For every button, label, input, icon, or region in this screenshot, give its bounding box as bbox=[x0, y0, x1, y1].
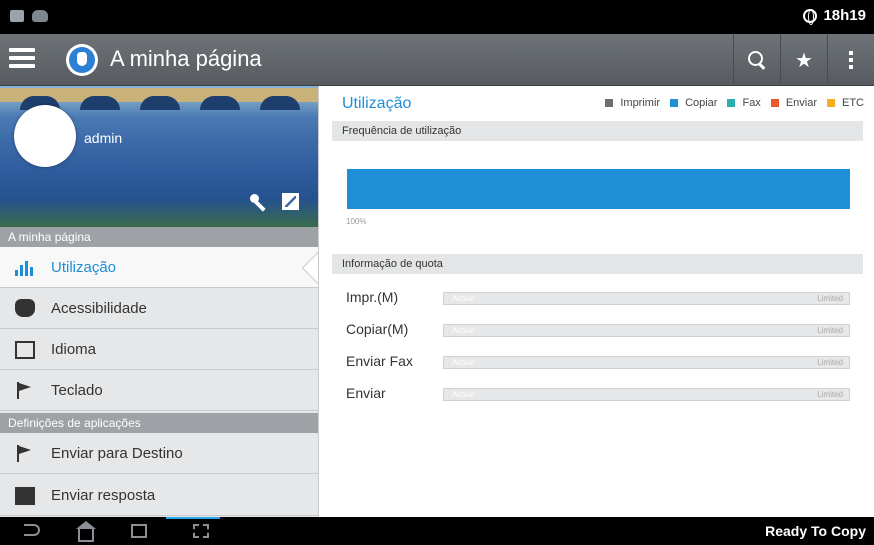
home-icon[interactable] bbox=[76, 521, 96, 542]
quota-actual-label: Actual bbox=[452, 294, 475, 303]
sidebar: admin A minha página Utilização Acessibi… bbox=[0, 86, 318, 517]
quota-row: Impr.(M) Actual Limited bbox=[346, 289, 851, 307]
legend-swatch bbox=[727, 99, 736, 107]
sidebar-item-acessibilidade[interactable]: Acessibilidade bbox=[0, 288, 318, 329]
sidebar-item-utilizacao[interactable]: Utilização bbox=[0, 247, 318, 288]
quota-actual-label: Actual bbox=[452, 326, 475, 335]
quota-actual-label: Actual bbox=[452, 390, 475, 399]
sidebar-item-idioma[interactable]: Idioma bbox=[0, 329, 318, 370]
page-title: A minha página bbox=[110, 46, 262, 71]
sidebar-item-label: Enviar para Destino bbox=[51, 444, 183, 462]
quota-limit-label: Limited bbox=[817, 326, 843, 335]
quota-limit-label: Limited bbox=[817, 294, 843, 303]
quota-limit-label: Limited bbox=[817, 358, 843, 367]
quota-actual-label: Actual bbox=[452, 358, 475, 367]
quota-header: Informação de quota bbox=[332, 254, 863, 274]
usage-percent-label: 100% bbox=[346, 217, 367, 226]
wrench-icon[interactable] bbox=[250, 194, 268, 212]
document-icon bbox=[15, 487, 35, 505]
quota-bar: Actual Limited bbox=[443, 324, 850, 337]
section-header-my-page: A minha página bbox=[0, 227, 318, 247]
chart-legend: Imprimir Copiar Fax Enviar ETC bbox=[605, 97, 864, 109]
profile-avatar[interactable] bbox=[14, 105, 76, 167]
legend-swatch bbox=[827, 99, 835, 107]
device-status: Ready To Copy bbox=[765, 523, 866, 539]
legend-item-imprimir: Imprimir bbox=[605, 97, 660, 109]
legend-swatch bbox=[670, 99, 679, 107]
selection-pointer bbox=[300, 249, 319, 287]
globe-icon bbox=[803, 8, 818, 25]
screenshot-icon[interactable] bbox=[193, 524, 209, 538]
action-bar: A minha página ★ bbox=[0, 34, 874, 86]
sidebar-item-teclado[interactable]: Teclado bbox=[0, 370, 318, 411]
menu-icon[interactable] bbox=[9, 48, 35, 72]
quota-label: Enviar bbox=[346, 385, 386, 401]
user-avatar-icon bbox=[66, 44, 98, 76]
usage-bar-copiar bbox=[347, 169, 850, 209]
back-icon[interactable] bbox=[24, 524, 40, 536]
android-notification-icon bbox=[32, 10, 48, 22]
main-content: Utilização Imprimir Copiar Fax Enviar ET… bbox=[318, 86, 874, 517]
sidebar-item-enviar-para-destino[interactable]: Enviar para Destino bbox=[0, 433, 318, 474]
frequency-header: Frequência de utilização bbox=[332, 121, 863, 141]
bar-chart-icon bbox=[15, 258, 35, 276]
sidebar-item-enviar-resposta[interactable]: Enviar resposta bbox=[0, 475, 318, 516]
legend-item-enviar: Enviar bbox=[770, 97, 817, 109]
favorite-button[interactable]: ★ bbox=[780, 34, 827, 86]
sidebar-item-label: Enviar resposta bbox=[51, 486, 156, 504]
sidebar-item-label: Idioma bbox=[51, 340, 97, 358]
profile-banner: admin bbox=[0, 86, 318, 227]
quota-label: Impr.(M) bbox=[346, 289, 399, 305]
legend-item-etc: ETC bbox=[827, 97, 864, 109]
legend-swatch bbox=[770, 99, 779, 107]
quota-label: Enviar Fax bbox=[346, 353, 413, 369]
quota-bar: Actual Limited bbox=[443, 292, 850, 305]
profile-username: admin bbox=[84, 130, 123, 146]
quota-row: Enviar Fax Actual Limited bbox=[346, 353, 851, 371]
sidebar-item-label: Teclado bbox=[51, 381, 103, 399]
monitor-icon bbox=[15, 341, 35, 359]
edit-image-icon[interactable] bbox=[282, 193, 299, 210]
section-header-app-settings: Definições de aplicações bbox=[0, 413, 318, 433]
legend-swatch bbox=[605, 99, 614, 107]
quota-limit-label: Limited bbox=[817, 390, 843, 399]
system-nav-bar: Ready To Copy bbox=[0, 517, 874, 545]
search-button[interactable] bbox=[733, 34, 780, 86]
sidebar-item-label: Utilização bbox=[51, 258, 117, 276]
sidebar-item-label: Acessibilidade bbox=[51, 299, 147, 317]
quota-row: Enviar Actual Limited bbox=[346, 385, 851, 403]
more-vertical-icon bbox=[849, 51, 853, 69]
search-icon bbox=[748, 51, 766, 69]
quota-row: Copiar(M) Actual Limited bbox=[346, 321, 851, 339]
gallery-notification-icon bbox=[10, 10, 24, 22]
hand-icon bbox=[15, 299, 35, 317]
clock: 18h19 bbox=[823, 7, 866, 24]
star-icon: ★ bbox=[795, 49, 813, 72]
legend-item-copiar: Copiar bbox=[670, 97, 717, 109]
quota-bar: Actual Limited bbox=[443, 388, 850, 401]
quota-bar: Actual Limited bbox=[443, 356, 850, 369]
flag-icon bbox=[15, 381, 35, 399]
recent-apps-icon[interactable] bbox=[131, 524, 147, 538]
flag-icon bbox=[15, 444, 35, 462]
quota-label: Copiar(M) bbox=[346, 321, 409, 337]
overflow-menu-button[interactable] bbox=[827, 34, 874, 86]
legend-item-fax: Fax bbox=[727, 97, 761, 109]
status-bar: 18h19 bbox=[0, 0, 874, 34]
section-title: Utilização bbox=[342, 95, 412, 112]
